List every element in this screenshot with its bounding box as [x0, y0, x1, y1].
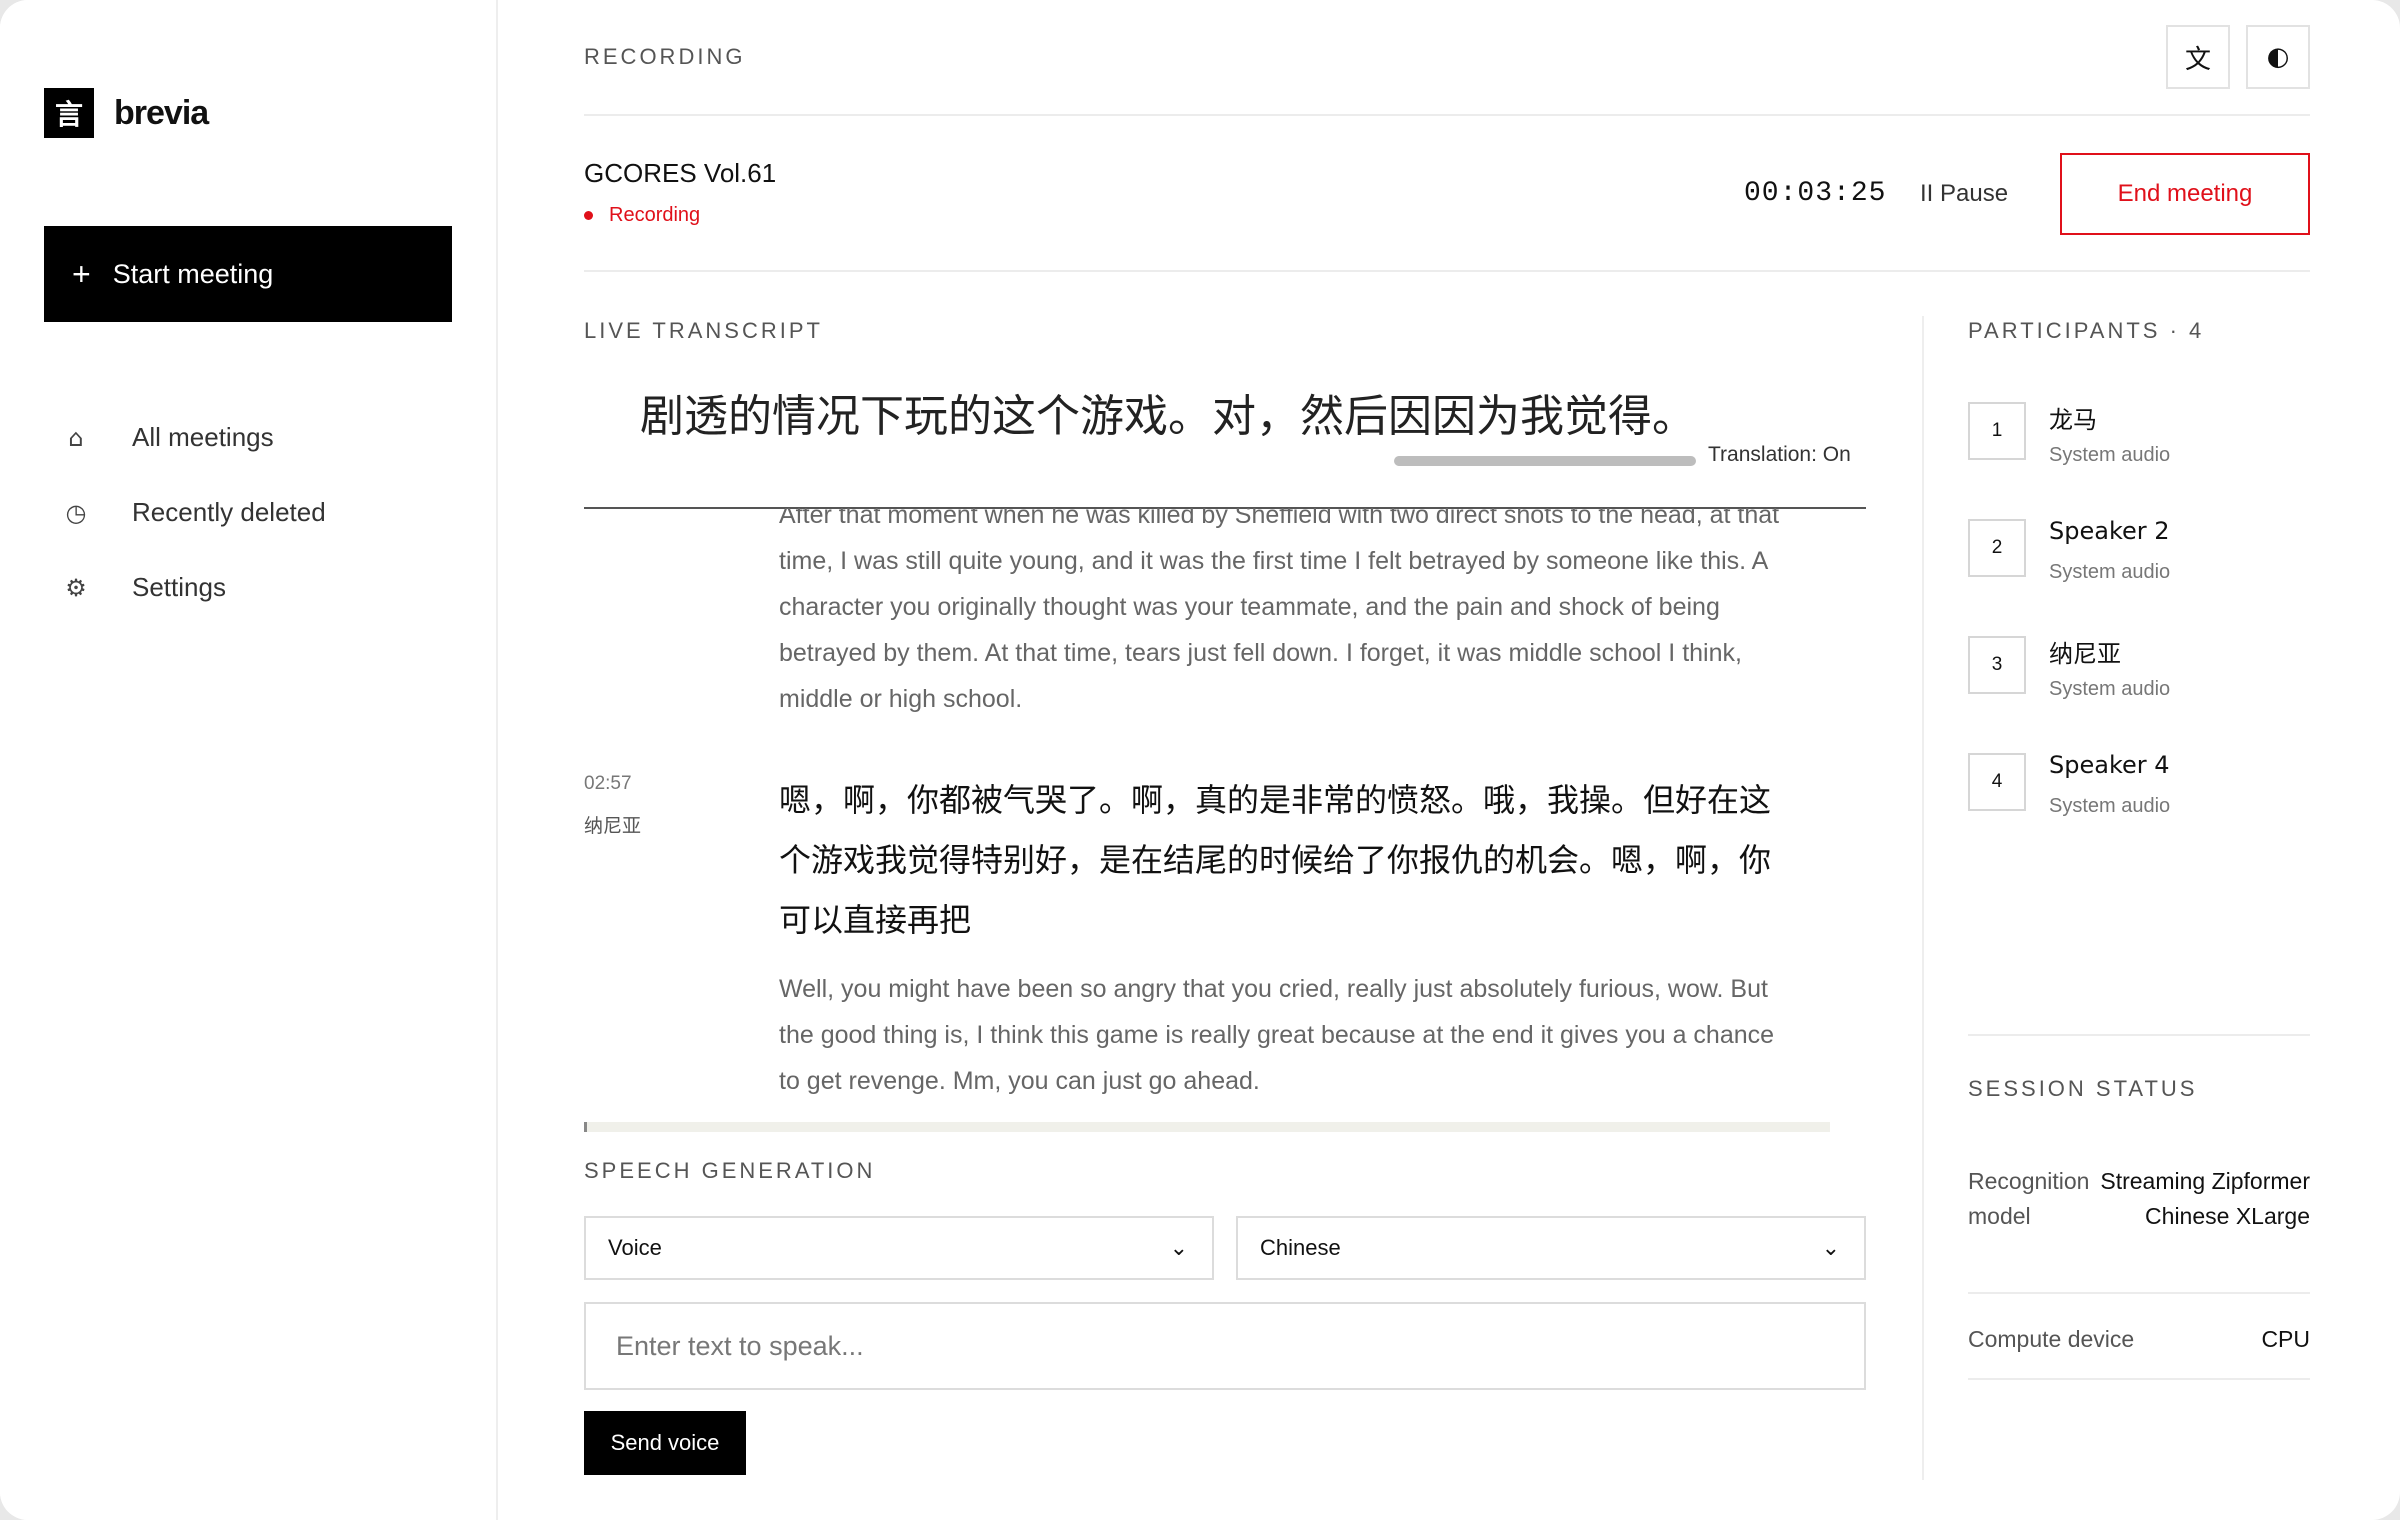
- horizontal-scrollbar[interactable]: [584, 1122, 1830, 1132]
- gear-icon: ⚙: [65, 573, 87, 602]
- main-content: RECORDING 文 ◐ GCORES Vol.61 Recording 00…: [496, 0, 2400, 1520]
- status-row-compute-device: Compute device CPU: [1968, 1322, 2310, 1358]
- participant-source: System audio: [2049, 678, 2171, 700]
- sidebar: 言 brevia + Start meeting ⌂ All meetings …: [0, 0, 498, 1520]
- sidebar-item-label: Recently deleted: [132, 497, 326, 527]
- page-title: RECORDING: [584, 44, 746, 69]
- chevron-down-icon: ⌄: [1821, 1236, 1840, 1261]
- contrast-icon: ◐: [2266, 42, 2290, 72]
- speech-generation-heading: SPEECH GENERATION: [584, 1158, 876, 1183]
- language-select[interactable]: Chinese ⌄: [1236, 1216, 1866, 1280]
- recording-status-label: Recording: [609, 204, 701, 226]
- transcript-list[interactable]: After that moment when he was killed by …: [584, 508, 1866, 1126]
- status-key: Recognition model: [1968, 1168, 2090, 1229]
- app-name: brevia: [114, 93, 209, 132]
- live-caption-progress: [1394, 456, 1696, 466]
- participant-number: 2: [1968, 519, 2026, 577]
- transcript-original: 嗯，啊，你都被气哭了。啊，真的是非常的愤怒。哦，我操。但好在这个游戏我觉得特别好…: [779, 781, 1772, 939]
- send-voice-button[interactable]: Send voice: [584, 1411, 746, 1475]
- end-meeting-label: End meeting: [2117, 180, 2253, 207]
- recording-dot-icon: [584, 211, 593, 220]
- participant-name: Speaker 2: [2049, 517, 2170, 545]
- participant-item: 4 Speaker 4 System audio: [1968, 751, 2308, 831]
- voice-select-value: Voice: [608, 1235, 662, 1260]
- translation-toggle[interactable]: Translation: On: [1708, 443, 1851, 467]
- send-voice-label: Send voice: [610, 1430, 720, 1455]
- logo-mark: 言: [44, 88, 94, 138]
- home-icon: ⌂: [68, 423, 84, 452]
- live-caption-text: 剧透的情况下玩的这个游戏。对，然后因因为我觉得。: [640, 391, 1696, 440]
- clock-icon: ◷: [65, 498, 87, 527]
- scrollbar-thumb[interactable]: [584, 1122, 587, 1132]
- sidebar-item-label: All meetings: [132, 422, 274, 452]
- participant-number: 4: [1968, 753, 2026, 811]
- participant-source: System audio: [2049, 444, 2171, 466]
- participant-item: 1 龙马 System audio: [1968, 400, 2308, 480]
- end-meeting-button[interactable]: End meeting: [2060, 153, 2310, 235]
- panel-divider: [1922, 316, 1924, 1480]
- participant-item: 2 Speaker 2 System audio: [1968, 517, 2308, 597]
- sidebar-nav: ⌂ All meetings ◷ Recently deleted ⚙ Sett…: [60, 400, 326, 625]
- recording-timer: 00:03:25: [1744, 178, 1887, 209]
- transcript-translation: After that moment when he was killed by …: [779, 508, 1780, 713]
- pause-button[interactable]: II Pause: [1920, 180, 2008, 208]
- status-value: CPU: [2261, 1326, 2310, 1352]
- plus-icon: +: [72, 256, 91, 292]
- sidebar-item-settings[interactable]: ⚙ Settings: [60, 550, 326, 625]
- translate-toggle-button[interactable]: 文: [2166, 25, 2230, 89]
- sidebar-item-all-meetings[interactable]: ⌂ All meetings: [60, 400, 326, 475]
- logo: 言 brevia: [44, 88, 209, 138]
- theme-toggle-button[interactable]: ◐: [2246, 25, 2310, 89]
- status-value: Streaming Zipformer Chinese XLarge: [2100, 1168, 2310, 1229]
- meeting-title: GCORES Vol.61: [584, 158, 777, 188]
- participant-name: Speaker 4: [2049, 751, 2170, 779]
- app-window: 言 brevia + Start meeting ⌂ All meetings …: [0, 0, 2400, 1520]
- divider: [1968, 1034, 2310, 1036]
- start-meeting-label: Start meeting: [112, 258, 274, 289]
- divider: [1968, 1378, 2310, 1380]
- participant-name: 纳尼亚: [2049, 640, 2121, 668]
- divider: [584, 114, 2310, 116]
- transcript-translation: Well, you might have been so angry that …: [779, 975, 1775, 1095]
- chevron-down-icon: ⌄: [1169, 1236, 1188, 1261]
- voice-select[interactable]: Voice ⌄: [584, 1216, 1214, 1280]
- participant-number: 3: [1968, 636, 2026, 694]
- participant-source: System audio: [2049, 561, 2171, 583]
- divider: [584, 270, 2310, 272]
- status-row-recognition-model: Recognition model Streaming Zipformer Ch…: [1968, 1164, 2310, 1270]
- speak-text-input[interactable]: [584, 1302, 1866, 1390]
- session-status-heading: SESSION STATUS: [1968, 1076, 2198, 1101]
- status-key: Compute device: [1968, 1326, 2135, 1352]
- recording-status: Recording: [584, 204, 700, 227]
- sidebar-item-label: Settings: [132, 572, 226, 602]
- participants-heading: PARTICIPANTS · 4: [1968, 318, 2205, 343]
- translate-icon: 文: [2184, 44, 2211, 75]
- participant-item: 3 纳尼亚 System audio: [1968, 634, 2308, 714]
- transcript-speaker: 纳尼亚: [584, 815, 642, 837]
- transcript-timestamp: 02:57: [584, 773, 632, 794]
- start-meeting-button[interactable]: + Start meeting: [44, 226, 452, 322]
- live-caption: 剧透的情况下玩的这个游戏。对，然后因因为我觉得。: [584, 380, 1866, 440]
- live-transcript-heading: LIVE TRANSCRIPT: [584, 318, 823, 343]
- divider: [1968, 1292, 2310, 1294]
- language-select-value: Chinese: [1260, 1235, 1341, 1260]
- participant-source: System audio: [2049, 795, 2171, 817]
- participant-number: 1: [1968, 402, 2026, 460]
- sidebar-item-recently-deleted[interactable]: ◷ Recently deleted: [60, 475, 326, 550]
- participant-name: 龙马: [2049, 406, 2097, 434]
